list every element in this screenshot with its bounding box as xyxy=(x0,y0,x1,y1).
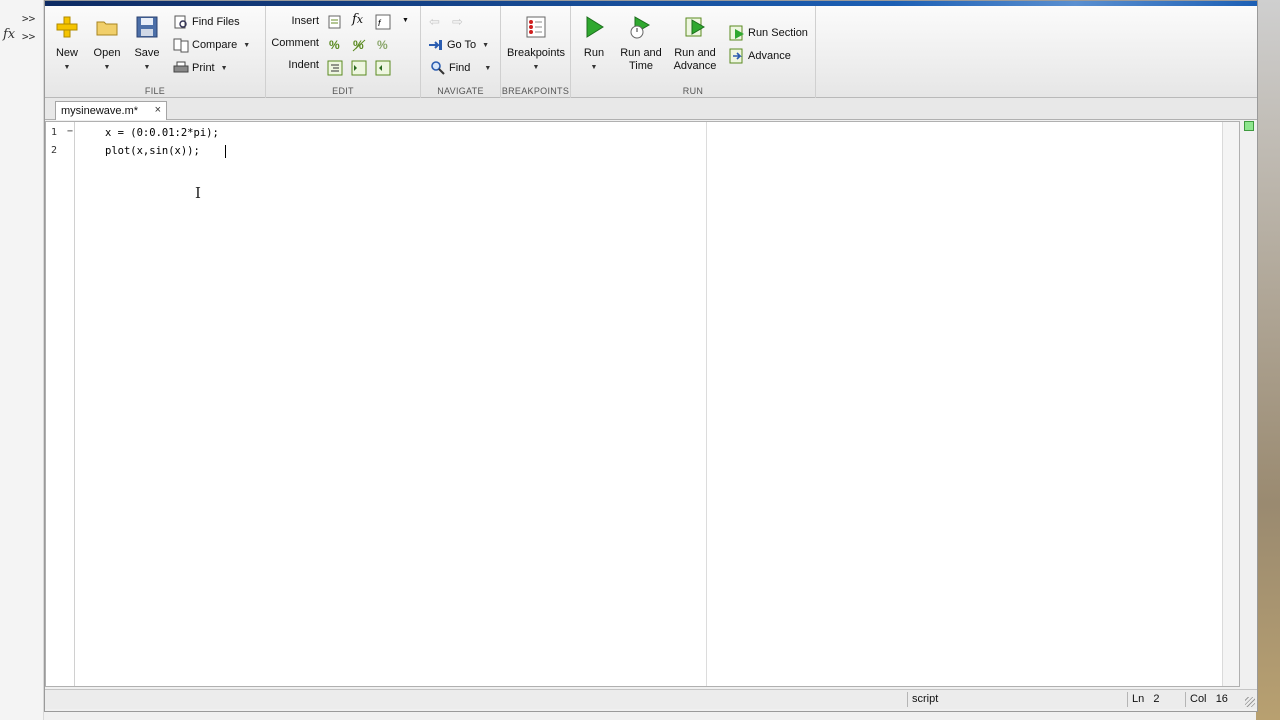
breakpoints-group-label: BREAKPOINTS xyxy=(501,86,570,96)
desktop: >> fx >> New ▼ Open ▼ Save ▼ Find Files … xyxy=(0,0,1280,720)
desktop-background xyxy=(1256,0,1280,720)
command-window-strip: >> fx >> xyxy=(0,0,44,720)
run-group-label: RUN xyxy=(682,86,704,96)
status-bar: script Ln 2 Col 16 xyxy=(45,689,1257,709)
run-group: Run ▼ Run and Time Run and Advance Run S… xyxy=(571,6,816,98)
code-line[interactable]: x = (0:0.01:2*pi); xyxy=(105,127,219,139)
command-chevron[interactable]: >> xyxy=(22,30,35,43)
chevron-down-icon[interactable]: ▼ xyxy=(482,42,489,49)
save-label: Save xyxy=(134,47,160,59)
line-number: 1 xyxy=(51,127,58,138)
fx-icon[interactable]: fx xyxy=(3,27,15,42)
breakpoints-icon xyxy=(526,16,546,38)
editor-tab-bar: mysinewave.m* × xyxy=(45,98,1257,120)
new-label: New xyxy=(55,47,78,59)
decrease-indent-icon[interactable] xyxy=(375,60,391,76)
run-and-advance-button[interactable]: Run and Advance xyxy=(671,15,719,73)
chevron-down-icon[interactable]: ▼ xyxy=(144,61,151,74)
printer-icon xyxy=(173,61,189,73)
wrap-comments-icon[interactable]: % xyxy=(375,37,391,53)
increase-indent-icon[interactable] xyxy=(351,60,367,76)
advance-icon xyxy=(729,48,743,64)
editor-window: New ▼ Open ▼ Save ▼ Find Files Compare ▼… xyxy=(44,0,1258,712)
goto-icon xyxy=(429,40,442,50)
insert-function-icon[interactable]: fx xyxy=(352,12,363,27)
breakpoints-button[interactable]: Breakpoints ▼ xyxy=(501,15,571,74)
toolstrip: New ▼ Open ▼ Save ▼ Find Files Compare ▼… xyxy=(45,6,1257,98)
run-button[interactable]: Run ▼ xyxy=(579,15,609,74)
run-and-time-button[interactable]: Run and Time xyxy=(617,15,665,73)
chevron-down-icon[interactable]: ▼ xyxy=(221,65,228,72)
command-chevron[interactable]: >> xyxy=(22,12,35,25)
smart-indent-icon[interactable] xyxy=(327,60,343,76)
navigate-group-label: NAVIGATE xyxy=(437,86,484,96)
code-editor[interactable]: 1 − 2 x = (0:0.01:2*pi); plot(x,sin(x));… xyxy=(45,121,1240,687)
open-button[interactable]: Open ▼ xyxy=(92,15,122,74)
code-line[interactable]: plot(x,sin(x)); xyxy=(105,145,200,157)
uncomment-icon[interactable]: % xyxy=(351,37,367,53)
line-number: 2 xyxy=(51,145,58,156)
print-button[interactable]: Print ▼ xyxy=(173,60,228,76)
advance-button[interactable]: Advance xyxy=(729,48,791,64)
code-analyzer-status-indicator[interactable] xyxy=(1244,121,1254,131)
plus-icon xyxy=(56,16,78,38)
chevron-down-icon[interactable]: ▼ xyxy=(533,61,540,74)
find-files-button[interactable]: Find Files xyxy=(173,14,240,30)
folder-icon xyxy=(96,21,118,36)
floppy-icon xyxy=(136,16,158,38)
chevron-down-icon[interactable]: ▼ xyxy=(402,17,409,24)
indent-label[interactable]: Indent xyxy=(259,59,319,71)
text-cursor xyxy=(225,145,226,158)
resize-grip[interactable] xyxy=(1245,697,1255,707)
breakpoints-group: Breakpoints ▼ BREAKPOINTS xyxy=(501,6,571,98)
edit-group-label: EDIT xyxy=(332,86,354,96)
compare-icon xyxy=(173,38,189,53)
goto-button[interactable]: Go To ▼ xyxy=(428,37,489,53)
svg-text:%: % xyxy=(329,38,340,52)
compare-button[interactable]: Compare ▼ xyxy=(173,37,250,53)
edit-group: Insert Comment Indent fx f ▼ % % % EDIT xyxy=(266,6,421,98)
chevron-down-icon[interactable]: ▼ xyxy=(104,61,111,74)
run-and-advance-icon xyxy=(685,17,705,37)
back-arrow-icon[interactable]: ⇦ xyxy=(429,14,440,30)
file-group-label: FILE xyxy=(144,86,166,96)
chevron-down-icon[interactable]: ▼ xyxy=(591,61,598,74)
play-icon xyxy=(586,16,604,38)
run-section-icon xyxy=(729,25,744,41)
run-section-button[interactable]: Run Section xyxy=(729,25,808,41)
file-group: New ▼ Open ▼ Save ▼ Find Files Compare ▼… xyxy=(45,6,266,98)
search-icon xyxy=(431,61,445,75)
close-icon[interactable]: × xyxy=(155,104,161,116)
new-button[interactable]: New ▼ xyxy=(53,15,81,74)
tab-label: mysinewave.m* xyxy=(61,105,139,117)
find-files-icon xyxy=(174,15,187,29)
chevron-down-icon[interactable]: ▼ xyxy=(484,65,491,72)
comment-label[interactable]: Comment xyxy=(259,37,319,49)
chevron-down-icon[interactable]: ▼ xyxy=(243,42,250,49)
line-status: Ln 2 xyxy=(1127,692,1185,707)
breakpoint-marker[interactable]: − xyxy=(67,126,73,137)
run-and-time-icon xyxy=(630,16,651,39)
save-button[interactable]: Save ▼ xyxy=(132,15,162,74)
vertical-scrollbar[interactable] xyxy=(1222,122,1239,686)
line-number-gutter: 1 − 2 xyxy=(46,122,75,686)
comment-icon[interactable]: % xyxy=(327,37,343,53)
insert-label[interactable]: Insert xyxy=(259,15,319,27)
find-button[interactable]: Find ▼ xyxy=(430,60,491,76)
column-status: Col 16 xyxy=(1185,692,1245,707)
file-type-status: script xyxy=(907,692,1127,707)
insert-function-template-icon[interactable]: f xyxy=(375,14,391,30)
navigate-group: ⇦ ⇨ Go To ▼ Find ▼ NAVIGATE xyxy=(421,6,501,98)
forward-arrow-icon[interactable]: ⇨ xyxy=(452,14,463,30)
open-label: Open xyxy=(93,47,121,59)
right-margin-line xyxy=(706,122,707,686)
insert-section-icon[interactable] xyxy=(327,14,343,30)
svg-text:%: % xyxy=(377,38,388,52)
tab-mysinewave[interactable]: mysinewave.m* × xyxy=(55,101,167,120)
mouse-ibeam-cursor: I xyxy=(195,184,201,202)
chevron-down-icon[interactable]: ▼ xyxy=(64,61,71,74)
